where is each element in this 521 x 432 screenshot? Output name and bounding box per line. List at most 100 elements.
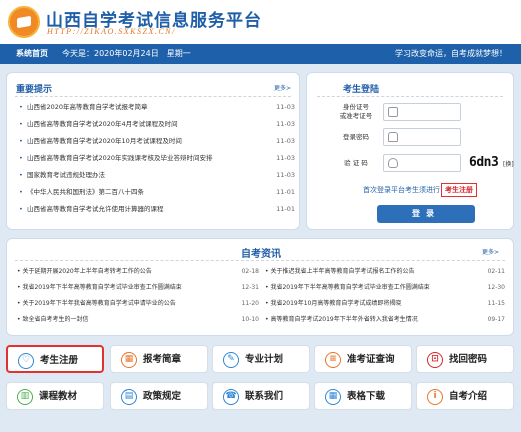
- notice-item[interactable]: • 山西省高等教育自学考试2020年10月考试课程及时间 11-03: [19, 135, 295, 147]
- bullet-icon: •: [19, 154, 23, 162]
- captcha-input[interactable]: [383, 154, 461, 172]
- top-navbar: 系统首页 今天是：2020年02月24日 星期一 学习改变命运，自考成就梦想！: [0, 44, 521, 64]
- news-item-date: 12-30: [487, 284, 505, 291]
- news-item-title[interactable]: 我省2019年下半年高等教育自学考试毕业审查工作圆满结束: [270, 284, 429, 291]
- nav-slogan: 学习改变命运，自考成就梦想！: [395, 49, 507, 58]
- divider: [15, 260, 505, 261]
- news-item[interactable]: • 我省2019年10月高等教育自学考试成绩即将揭晓 11-15: [265, 298, 505, 310]
- news-item-title[interactable]: 关于延期开展2020年上半年自考转考工作的公告: [22, 268, 151, 275]
- news-item-title[interactable]: 致全省自考考生的一封信: [22, 316, 88, 323]
- site-url: HTTP://ZIKAO.SXKSZX.CN/: [47, 27, 176, 36]
- news-item-date: 02-18: [241, 268, 259, 275]
- admission-ticket-quick-button[interactable]: ≡ 准考证查询: [314, 345, 412, 373]
- document-icon: ▤: [121, 389, 137, 405]
- quick-link-label: 课程教材: [39, 391, 78, 402]
- table-icon: ▦: [325, 389, 341, 405]
- news-item[interactable]: • 关于推迟我省上半年高等教育自学考试报名工作的公告 02-11: [265, 266, 505, 278]
- divider: [15, 96, 291, 97]
- shield-icon: [388, 158, 398, 168]
- notice-item[interactable]: • 山西省高等教育自学考试2020年实践课考核及毕业答辩时间安排 11-03: [19, 152, 295, 164]
- notice-item-date: 11-01: [276, 205, 295, 213]
- news-item-date: 12-31: [241, 284, 259, 291]
- notice-item-title[interactable]: 山西省2020年高等教育自学考试报考简章: [27, 103, 148, 111]
- news-item[interactable]: • 致全省自考考生的一封信 10-10: [17, 314, 259, 326]
- id-input[interactable]: [383, 103, 461, 121]
- guide-quick-button[interactable]: ▦ 报考简章: [110, 345, 208, 373]
- notice-item-date: 11-03: [276, 137, 295, 145]
- recover-password-quick-button[interactable]: ⊡ 找回密码: [416, 345, 514, 373]
- first-login-hint: 首次登录平台考生须进行 考生注册: [363, 183, 477, 197]
- login-title: 考生登陆: [343, 85, 380, 95]
- phone-icon: ☎: [223, 389, 239, 405]
- bullet-icon: •: [19, 188, 23, 196]
- divider: [317, 96, 503, 97]
- login-button[interactable]: 登录: [377, 205, 475, 223]
- news-item-date: 09-17: [487, 316, 505, 323]
- notice-panel: 重要提示 更多> • 山西省2020年高等教育自学考试报考简章 11-03 • 山西省…: [6, 72, 300, 230]
- textbooks-quick-button[interactable]: ▥ 课程教材: [6, 382, 104, 410]
- bullet-icon: •: [19, 120, 23, 128]
- news-item[interactable]: • 关于2019年下半年我省高等教育自学考试申请毕业的公告 11-20: [17, 298, 259, 310]
- contact-quick-button[interactable]: ☎ 联系我们: [212, 382, 310, 410]
- forms-download-quick-button[interactable]: ▦ 表格下载: [314, 382, 412, 410]
- captcha-refresh-link[interactable]: [换]: [503, 159, 514, 168]
- news-item-date: 10-10: [241, 316, 259, 323]
- notice-item-date: 11-03: [276, 103, 295, 111]
- quick-link-label: 找回密码: [449, 354, 488, 365]
- info-icon: i: [427, 389, 443, 405]
- news-item-title[interactable]: 我省2019年10月高等教育自学考试成绩即将揭晓: [270, 300, 401, 307]
- notice-item-title[interactable]: 《中华人民共和国刑法》第二百八十四条: [27, 188, 144, 196]
- notice-item-title[interactable]: 山西省高等教育自学考试2020年10月考试课程及时间: [27, 137, 182, 145]
- news-item-date: 11-20: [241, 300, 259, 307]
- bullet-icon: •: [19, 103, 23, 111]
- news-item[interactable]: • 我省2019年下半年高等教育自学考试毕业审查工作圆满结束 12-31: [17, 282, 259, 294]
- quick-link-label: 联系我们: [245, 391, 284, 402]
- notice-item-date: 11-03: [276, 171, 295, 179]
- notice-item-title[interactable]: 国家教育考试违规处理办法: [27, 171, 105, 179]
- news-item-title[interactable]: 关于2019年下半年我省高等教育自学考试申请毕业的公告: [22, 300, 175, 307]
- clipboard-icon: ✎: [223, 352, 239, 368]
- lock-icon: [388, 132, 398, 142]
- notice-item[interactable]: • 山西省2020年高等教育自学考试报考简章 11-03: [19, 101, 295, 113]
- site-header: 山西自学考试信息服务平台 HTTP://ZIKAO.SXKSZX.CN/: [0, 0, 521, 44]
- notice-item-title[interactable]: 山西省高等教育自学考试2020年4月考试课程及时间: [27, 120, 178, 128]
- news-item[interactable]: • 高等教育自学考试2019年下半年外省转入我省考生情况 09-17: [265, 314, 505, 326]
- quick-link-label: 专业计划: [245, 354, 284, 365]
- notice-item[interactable]: • 山西省高等教育自学考试允许使用计算器的课程 11-01: [19, 203, 295, 215]
- id-label: 身份证号 或准考证号: [339, 103, 373, 120]
- notice-item[interactable]: • 《中华人民共和国刑法》第二百八十四条 11-01: [19, 186, 295, 198]
- notice-more-link[interactable]: 更多>: [274, 83, 291, 92]
- notice-item[interactable]: • 国家教育考试违规处理办法 11-03: [19, 169, 295, 181]
- id-card-icon: ≡: [325, 352, 341, 368]
- register-quick-button[interactable]: ♡ 考生注册: [6, 345, 104, 373]
- notice-item-date: 11-03: [276, 154, 295, 162]
- book-icon: ▥: [17, 389, 33, 405]
- news-item-date: 11-15: [487, 300, 505, 307]
- plan-quick-button[interactable]: ✎ 专业计划: [212, 345, 310, 373]
- captcha-image[interactable]: 6dn3: [469, 155, 499, 170]
- login-panel: 考生登陆 身份证号 或准考证号 登录密码 验 证 码 6dn3 [换] 首次登录…: [306, 72, 514, 230]
- news-title: 自考资讯: [241, 249, 281, 260]
- quick-link-label: 报考简章: [143, 354, 182, 365]
- news-item-title[interactable]: 高等教育自学考试2019年下半年外省转入我省考生情况: [270, 316, 417, 323]
- register-link[interactable]: 考生注册: [441, 183, 477, 197]
- password-label: 登录密码: [343, 133, 369, 141]
- policy-quick-button[interactable]: ▤ 政策规定: [110, 382, 208, 410]
- news-more-link[interactable]: 更多>: [482, 247, 499, 256]
- news-item[interactable]: • 关于延期开展2020年上半年自考转考工作的公告 02-18: [17, 266, 259, 278]
- bullet-icon: •: [19, 137, 23, 145]
- notice-item-title[interactable]: 山西省高等教育自学考试允许使用计算器的课程: [27, 205, 164, 213]
- quick-link-label: 考生注册: [40, 355, 79, 366]
- notice-item[interactable]: • 山西省高等教育自学考试2020年4月考试课程及时间 11-03: [19, 118, 295, 130]
- logo-icon: [8, 6, 40, 38]
- news-item-date: 02-11: [487, 268, 505, 275]
- password-input[interactable]: [383, 128, 461, 146]
- intro-quick-button[interactable]: i 自考介绍: [416, 382, 514, 410]
- captcha-label: 验 证 码: [344, 159, 368, 167]
- bullet-icon: •: [19, 171, 23, 179]
- news-item-title[interactable]: 关于推迟我省上半年高等教育自学考试报名工作的公告: [270, 268, 414, 275]
- news-item-title[interactable]: 我省2019年下半年高等教育自学考试毕业审查工作圆满结束: [22, 284, 181, 291]
- news-item[interactable]: • 我省2019年下半年高等教育自学考试毕业审查工作圆满结束 12-30: [265, 282, 505, 294]
- nav-home-link[interactable]: 系统首页: [16, 44, 48, 64]
- notice-item-title[interactable]: 山西省高等教育自学考试2020年实践课考核及毕业答辩时间安排: [27, 154, 213, 162]
